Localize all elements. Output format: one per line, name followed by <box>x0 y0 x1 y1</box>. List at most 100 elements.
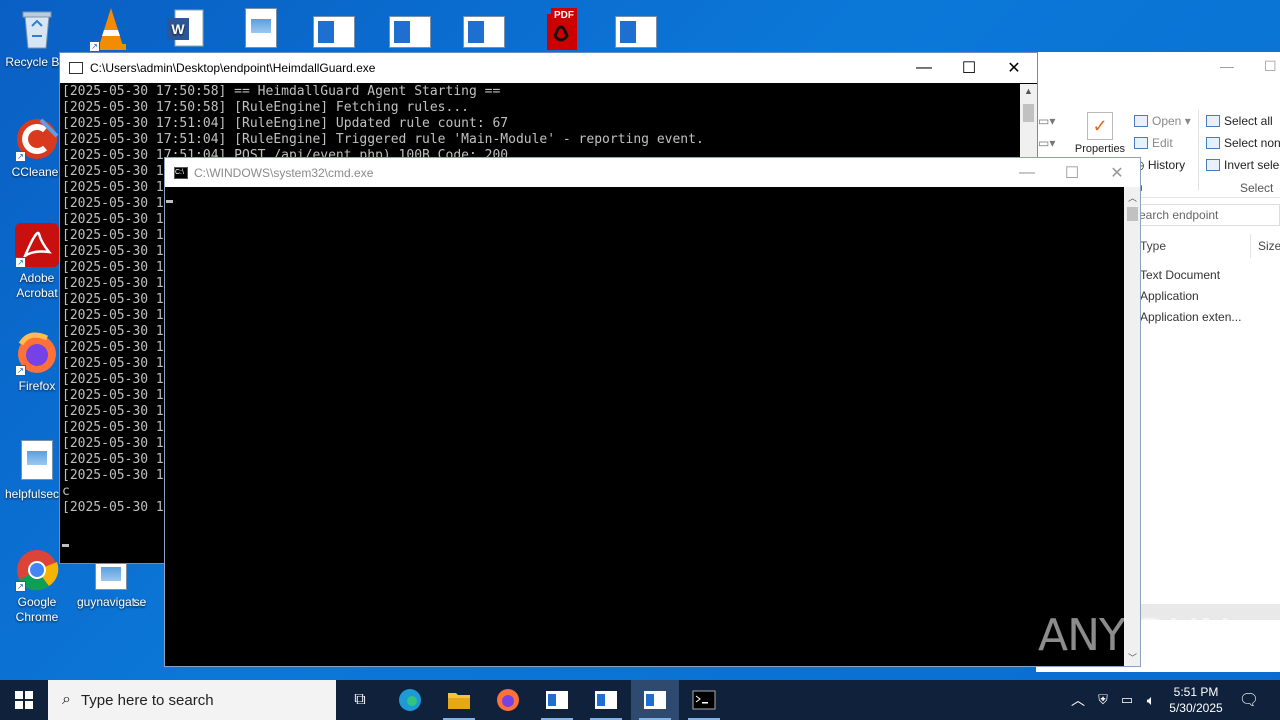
taskbar-app-3[interactable] <box>631 680 679 720</box>
cmd-vertical-scrollbar[interactable]: ︿ ﹀ <box>1124 187 1140 666</box>
ribbon-divider <box>1198 110 1199 190</box>
properties-check-icon: ✓ <box>1087 112 1113 140</box>
desktop-icon-pdf[interactable]: PDF <box>524 6 598 55</box>
start-button[interactable] <box>0 680 48 720</box>
desktop-icon-label: Google Chrome <box>15 595 59 624</box>
select-all-label: Select all <box>1224 114 1273 128</box>
pdf-label: PDF <box>551 8 577 23</box>
console-cursor <box>62 544 69 547</box>
scroll-up-icon[interactable]: ▲ <box>1024 86 1033 96</box>
notification-icon: 🗨︎ <box>1238 692 1260 709</box>
minimize-icon[interactable]: — <box>1220 58 1234 74</box>
taskbar-search-box[interactable]: ⌕ Type here to search <box>48 680 336 720</box>
invert-selection-icon <box>1206 159 1220 171</box>
column-divider <box>1250 234 1251 258</box>
column-header-size[interactable]: Size <box>1258 239 1280 253</box>
select-none-button[interactable]: Select non <box>1206 136 1280 150</box>
image-file-icon <box>13 438 61 484</box>
clock-time: 5:51 PM <box>1173 685 1219 699</box>
chevron-up-icon: ︿ <box>1071 692 1085 708</box>
cmd-window[interactable]: C:\ C:\WINDOWS\system32\cmd.exe — ☐ ✕ ︿ … <box>164 157 1141 667</box>
shield-icon: ⛨ <box>1098 692 1108 707</box>
console-log-line: [2025-05-30 17:51:04] [RuleEngine] Trigg… <box>62 132 704 147</box>
pdf-file-icon: PDF <box>537 6 585 52</box>
cmd-title-bar[interactable]: C:\ C:\WINDOWS\system32\cmd.exe — ☐ ✕ <box>165 158 1140 187</box>
taskbar: ⌕ Type here to search ⧉ ︿ ⛨ ▭ 🔈︎ 5:51 PM… <box>0 680 1280 720</box>
document-file-icon <box>311 6 359 52</box>
open-button[interactable]: Open ▾ <box>1134 114 1191 128</box>
word-document-icon: W <box>161 6 209 52</box>
tray-network-icon[interactable]: ▭ <box>1116 680 1138 720</box>
document-file-icon <box>613 6 661 52</box>
scrollbar-thumb[interactable] <box>1023 104 1034 122</box>
firefox-icon <box>497 689 519 711</box>
shortcut-arrow-icon: ↗ <box>15 151 26 162</box>
column-header-type[interactable]: Type <box>1140 239 1166 253</box>
select-all-button[interactable]: Select all <box>1206 114 1273 128</box>
close-button[interactable]: ✕ <box>1094 158 1140 188</box>
desktop-icon-word-doc[interactable]: W <box>148 6 222 55</box>
close-button[interactable]: ✕ <box>991 53 1037 83</box>
properties-button[interactable]: ✓ Properties <box>1072 112 1128 155</box>
maximize-icon: ☐ <box>961 60 977 77</box>
taskbar-firefox[interactable] <box>484 680 532 720</box>
tray-clock[interactable]: 5:51 PM 5/30/2025 <box>1164 680 1228 720</box>
console-title-bar[interactable]: C:\Users\admin\Desktop\endpoint\Heimdall… <box>60 53 1037 83</box>
tray-security-icon[interactable]: ⛨ <box>1092 680 1114 720</box>
anyrun-watermark: ANY RUN <box>1038 610 1232 661</box>
document-file-icon <box>387 6 435 52</box>
desktop-icon-label: se <box>133 595 147 609</box>
action-center-button[interactable]: 🗨︎ <box>1232 680 1266 720</box>
document-app-icon <box>595 691 617 709</box>
paste-shortcut-icon[interactable]: ▭▾ <box>1038 136 1055 150</box>
maximize-button[interactable]: ☐ <box>1049 158 1095 188</box>
desktop-icon-file-3[interactable] <box>448 6 522 55</box>
open-label: Open <box>1152 114 1182 128</box>
minimize-button[interactable]: — <box>901 53 947 83</box>
edit-button[interactable]: Edit <box>1134 136 1173 150</box>
document-app-icon <box>546 691 568 709</box>
recycle-bin-icon <box>13 6 61 52</box>
desktop-icon-file-4[interactable] <box>600 6 674 55</box>
maximize-icon: ☐ <box>1064 165 1080 182</box>
invert-selection-button[interactable]: Invert selec <box>1206 158 1280 172</box>
select-group-label: Select <box>1240 181 1274 195</box>
desktop-icon-vlc[interactable]: ↗ <box>74 6 148 55</box>
scroll-up-icon[interactable]: ︿ <box>1128 191 1137 204</box>
select-none-label: Select non <box>1224 136 1280 150</box>
ccleaner-icon: ↗ <box>13 116 61 162</box>
console-log-line: [2025-05-30 17:50:58] [RuleEngine] Fetch… <box>62 100 469 115</box>
tray-volume-icon[interactable]: 🔈︎ <box>1140 680 1162 720</box>
taskbar-cmd[interactable] <box>680 680 728 720</box>
open-icon <box>1134 115 1148 127</box>
vlc-cone-icon: ↗ <box>87 6 135 52</box>
windows-logo-icon <box>15 691 33 709</box>
history-button[interactable]: ◷ History <box>1134 158 1185 172</box>
desktop-icon-file-2[interactable] <box>374 6 448 55</box>
taskbar-app-1[interactable] <box>533 680 581 720</box>
file-type-cell: Application <box>1140 289 1199 303</box>
edge-icon <box>399 689 421 711</box>
close-icon: ✕ <box>1110 165 1124 182</box>
minimize-button[interactable]: — <box>1004 158 1050 188</box>
taskbar-edge[interactable] <box>386 680 434 720</box>
cmd-cursor <box>166 200 173 203</box>
taskbar-app-2[interactable] <box>582 680 630 720</box>
copy-path-icon[interactable]: ▭▾ <box>1038 114 1055 128</box>
scrollbar-thumb[interactable] <box>1127 207 1138 221</box>
network-icon: ▭ <box>1120 692 1134 707</box>
tray-overflow-button[interactable]: ︿ <box>1068 680 1088 720</box>
task-view-button[interactable]: ⧉ <box>336 680 384 720</box>
desktop-icon-image-file[interactable] <box>224 6 298 55</box>
properties-label: Properties <box>1074 143 1126 155</box>
document-app-icon <box>644 691 666 709</box>
explorer-search-input[interactable]: earch endpoint <box>1136 204 1280 226</box>
maximize-button[interactable]: ☐ <box>946 53 992 83</box>
taskbar-file-explorer[interactable] <box>435 680 483 720</box>
chrome-icon: ↗ <box>13 546 61 592</box>
desktop-icon-file-1[interactable] <box>298 6 372 55</box>
select-none-icon <box>1206 137 1220 149</box>
maximize-icon[interactable]: ☐ <box>1264 58 1277 75</box>
desktop-icon-se[interactable]: se <box>120 595 160 610</box>
file-type-cell: Text Document <box>1140 268 1221 282</box>
